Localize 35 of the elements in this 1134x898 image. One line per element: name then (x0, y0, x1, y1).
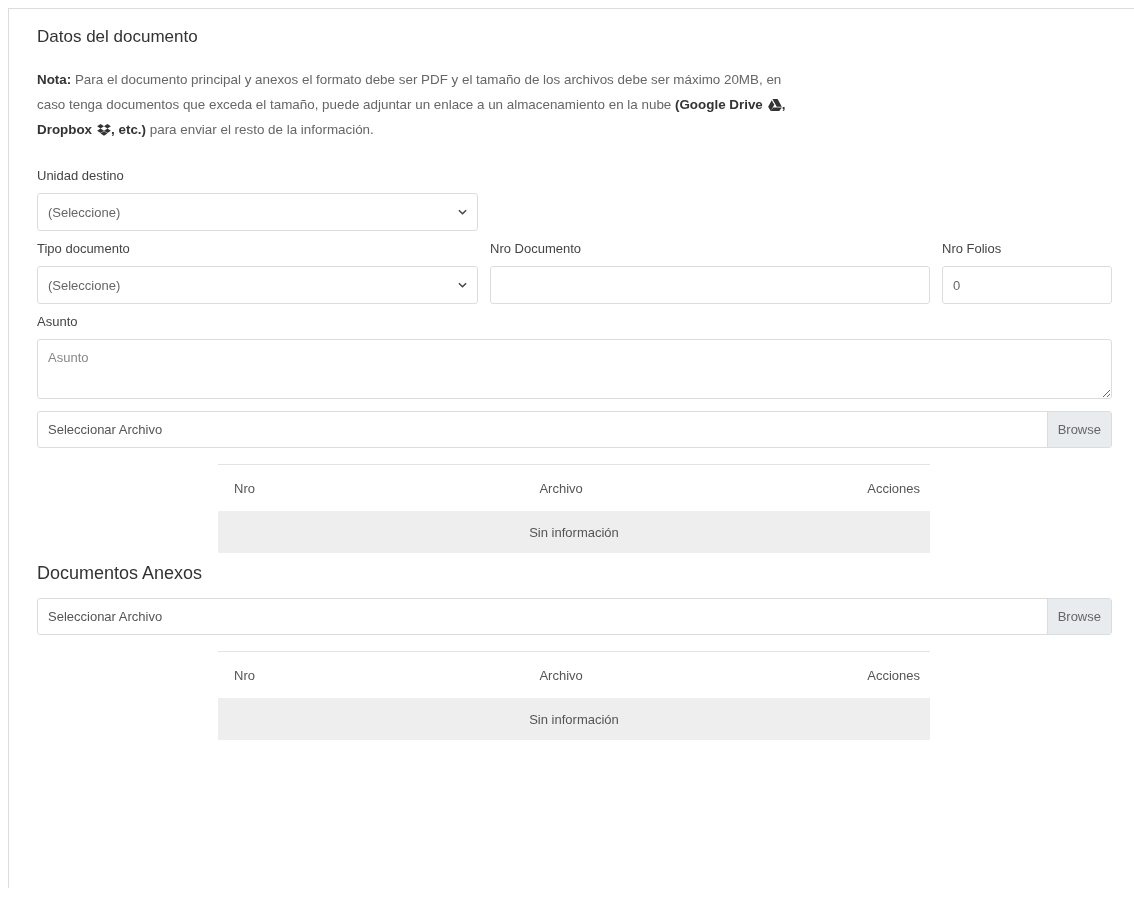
file-input[interactable]: Seleccionar Archivo Browse (37, 411, 1112, 448)
field-label: Nro Documento (490, 241, 583, 256)
note-text: Dropbox (37, 121, 93, 139)
text-area[interactable]: Asunto (37, 339, 1112, 399)
input-field[interactable] (490, 266, 930, 304)
note-text: Nota: Para el documento principal y anexos el formato debe ser PDF y el tamaño de los archivos debe ser máximo 20MB, en (37, 71, 782, 89)
file-placeholder: Seleccionar Archivo (47, 608, 164, 626)
empty-text: Sin información (529, 524, 619, 540)
note-text: , etc.) para enviar el resto de la información. (111, 121, 374, 139)
box-icon (97, 123, 112, 136)
section-title: Datos del documento (37, 27, 199, 47)
column-header: Archivo (539, 480, 583, 496)
column-header: Nro (234, 667, 255, 683)
column-header: Archivo (539, 667, 583, 683)
chevron-icon (458, 282, 467, 288)
input-field[interactable]: 0 (942, 266, 1112, 304)
file-placeholder: Seleccionar Archivo (47, 421, 164, 439)
section-title: Documentos Anexos (37, 563, 204, 584)
field-label: Asunto (37, 314, 79, 329)
chevron-icon (458, 209, 467, 215)
field-label: Tipo documento (37, 241, 131, 256)
field-label: Nro Folios (942, 241, 1003, 256)
note-text: caso tenga documentos que exceda el tamaño, puede adjuntar un enlace a un almacenamiento en la nube (Google Drive (37, 96, 763, 114)
column-header: Acciones (867, 667, 920, 683)
tipo-select[interactable]: (Seleccione) (37, 266, 478, 304)
column-header: Nro (234, 480, 255, 496)
column-header: Acciones (867, 480, 920, 496)
triangle-icon (767, 98, 782, 111)
empty-text: Sin información (529, 711, 619, 727)
field-label: Unidad destino (37, 168, 125, 183)
browse-button[interactable]: Browse (1046, 412, 1111, 447)
note-text: , (781, 96, 786, 114)
browse-button[interactable]: Browse (1046, 599, 1111, 634)
file-input[interactable]: Seleccionar Archivo Browse (37, 598, 1112, 635)
unidad-select[interactable]: (Seleccione) (37, 193, 478, 231)
